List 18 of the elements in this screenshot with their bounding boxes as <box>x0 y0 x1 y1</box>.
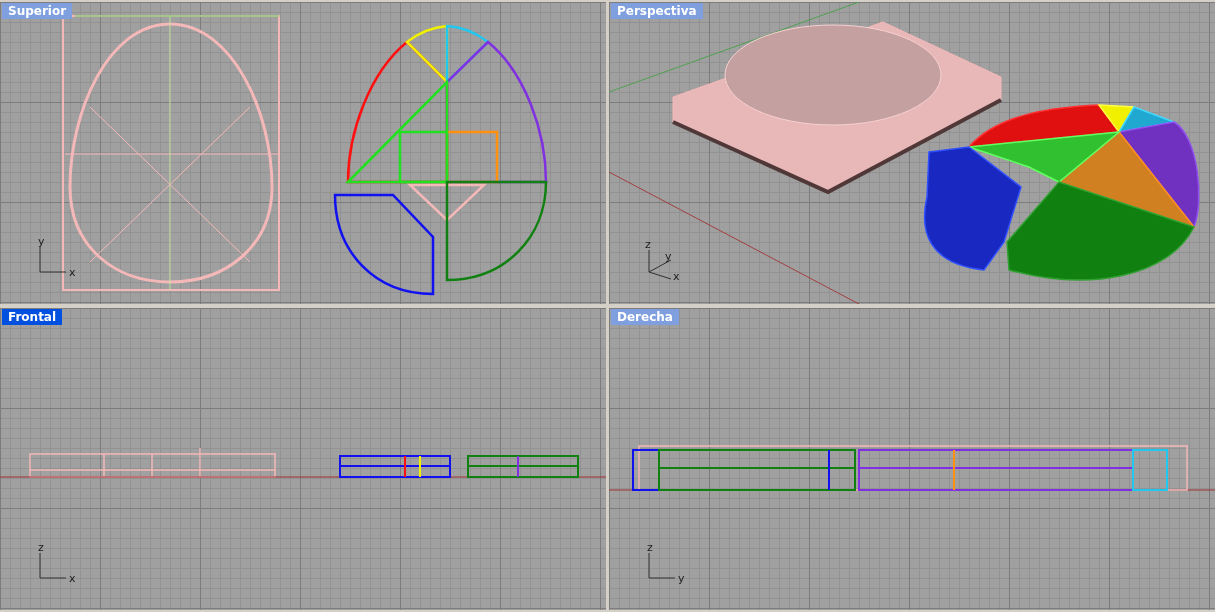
viewport[interactable]: Derecha z y <box>609 308 1215 610</box>
axis-label: x <box>69 572 76 585</box>
axis-label: x <box>69 266 76 279</box>
axis-label: x <box>673 270 680 283</box>
axis-icon <box>39 552 67 579</box>
viewport[interactable]: Perspectiva z y x <box>609 2 1215 304</box>
axis-icon <box>39 246 67 273</box>
axis-label: z <box>647 541 653 554</box>
axis-label: z <box>38 541 44 554</box>
axis-icon <box>648 552 676 579</box>
viewport-title[interactable]: Frontal <box>2 309 63 325</box>
axis-label: y <box>38 235 45 248</box>
viewport[interactable]: Frontal z x <box>0 308 606 610</box>
axis-icon <box>648 249 672 280</box>
axis-label: y <box>678 572 685 585</box>
axis-label: y <box>665 250 672 263</box>
viewport[interactable]: Superior y x <box>0 2 606 304</box>
axis-label: z <box>645 238 651 251</box>
